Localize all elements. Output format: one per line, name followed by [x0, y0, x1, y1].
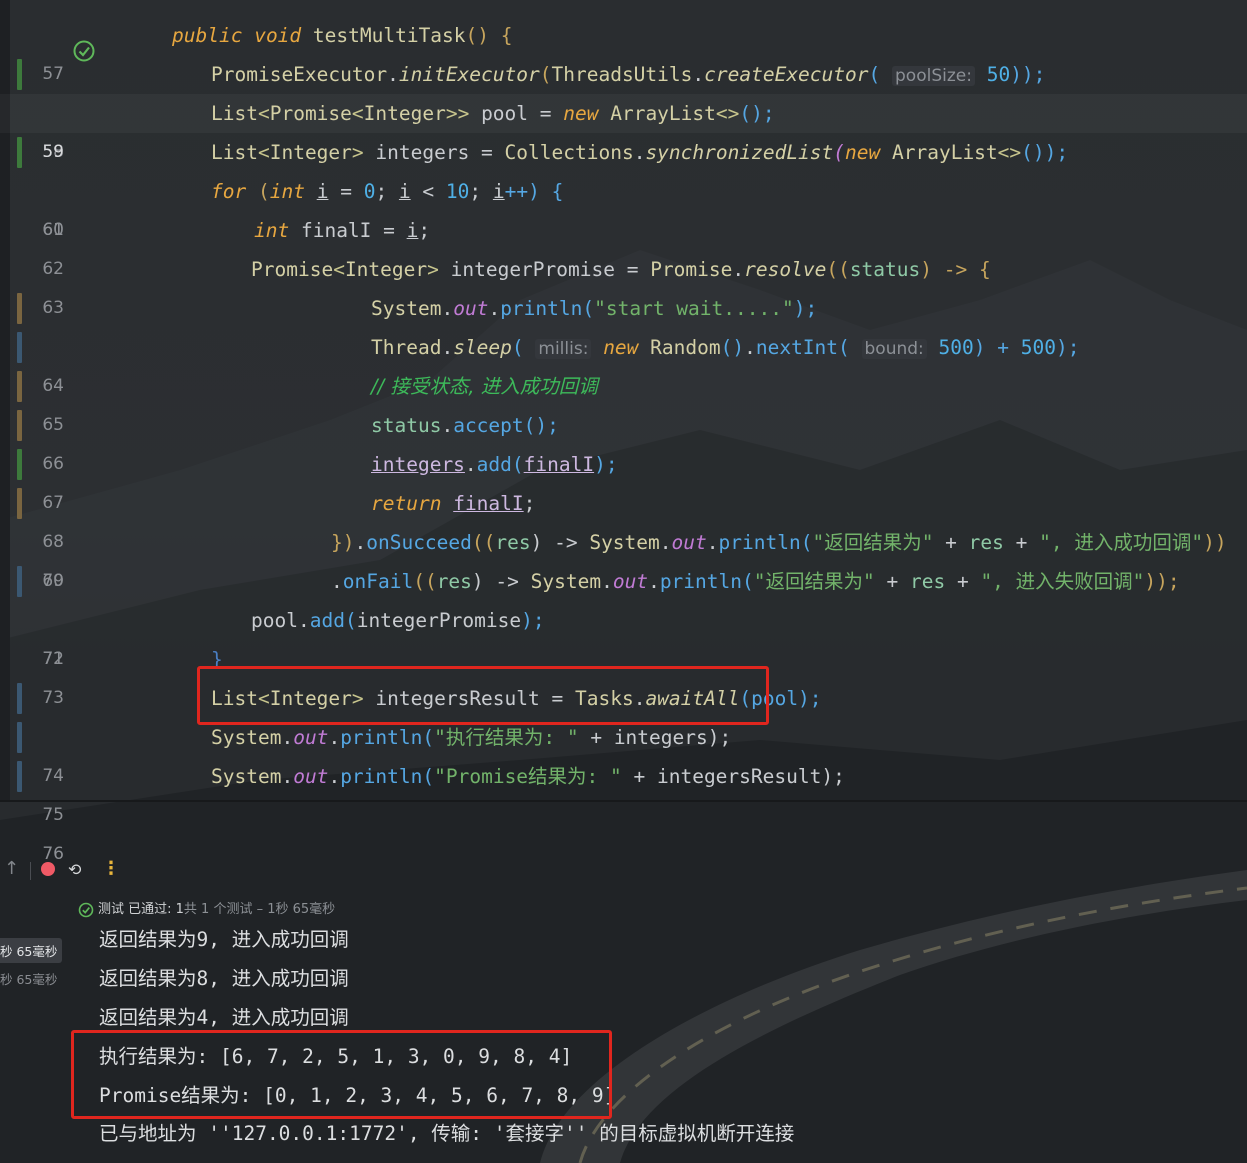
- code-text: int finalI = i;: [254, 219, 431, 242]
- code-line[interactable]: 57 public void testMultiTask() {: [0, 16, 1247, 84]
- code-text: .onFail((res) -> System.out.println("返回结…: [331, 570, 1180, 593]
- code-text: Promise<Integer> integerPromise = Promis…: [251, 258, 991, 281]
- code-text: integers.add(finalI);: [371, 453, 618, 476]
- code-line[interactable]: 70 }).onSucceed((res) -> System.out.prin…: [0, 523, 1247, 591]
- console-line: 返回结果为9, 进入成功回调: [99, 928, 349, 951]
- vcs-change-marker: [17, 722, 22, 753]
- code-line[interactable]: 60 List<Integer> integers = Collections.…: [0, 133, 1247, 240]
- code-text: for (int i = 0; i < 10; i++) {: [211, 180, 564, 203]
- up-arrow-icon[interactable]: ↑: [4, 858, 19, 879]
- toolbar-separator: [30, 862, 31, 880]
- code-line[interactable]: 68 integers.add(finalI);: [0, 445, 1247, 552]
- code-text: System.out.println("start wait.....");: [371, 297, 818, 320]
- rerun-icon[interactable]: ⟲: [68, 860, 81, 879]
- code-line[interactable]: 62 int finalI = i;: [0, 211, 1247, 279]
- param-hint: bound:: [861, 339, 927, 359]
- code-editor[interactable]: 57 public void testMultiTask() { 58 Prom…: [0, 0, 1247, 864]
- vcs-change-marker: [17, 59, 22, 90]
- test-status: 测试 已通过: 1共 1 个测试 – 1秒 65毫秒: [78, 898, 335, 922]
- vcs-change-marker: [17, 371, 22, 402]
- code-text: List<Integer> integers = Collections.syn…: [211, 141, 1069, 164]
- vcs-change-marker: [17, 566, 22, 597]
- vcs-change-marker: [17, 449, 22, 480]
- vcs-change-marker: [17, 488, 22, 519]
- vcs-change-marker: [17, 683, 22, 714]
- status-summary: 共 1 个测试 – 1秒 65毫秒: [183, 902, 336, 917]
- code-line[interactable]: 71 .onFail((res) -> System.out.println("…: [0, 562, 1247, 669]
- code-text: pool.add(integerPromise);: [251, 609, 545, 632]
- vcs-change-marker: [17, 410, 22, 441]
- highlight-box: [197, 666, 769, 725]
- run-toolbar: ↑ ⟲ ⋮: [0, 850, 1247, 890]
- code-line[interactable]: 61 for (int i = 0; i < 10; i++) {: [0, 172, 1247, 240]
- code-text: public void testMultiTask() {: [172, 24, 513, 47]
- code-comment: // 接受状态, 进入成功回调: [371, 375, 598, 398]
- status-passed-label: 测试 已通过: 1: [98, 902, 184, 917]
- param-hint: millis:: [535, 339, 592, 359]
- code-text: Thread.sleep( millis: new Random().nextI…: [371, 336, 1080, 359]
- vcs-change-marker: [17, 332, 22, 363]
- param-hint: poolSize:: [892, 66, 975, 86]
- code-text: return finalI;: [371, 492, 536, 515]
- code-line[interactable]: 67 status.accept();: [0, 406, 1247, 513]
- vcs-change-marker: [17, 761, 22, 792]
- stop-icon[interactable]: [41, 862, 55, 876]
- code-line[interactable]: 76 System.out.println("Promise结果为: " + i…: [0, 757, 1247, 864]
- test-passed-icon: [78, 902, 94, 917]
- code-text: PromiseExecutor.initExecutor(ThreadsUtil…: [211, 63, 1046, 86]
- console-line: 已与地址为 ''127.0.0.1:1772', 传输: '套接字'' 的目标虚…: [99, 1122, 795, 1145]
- code-line[interactable]: 65 Thread.sleep( millis: new Random().ne…: [0, 328, 1247, 435]
- code-text: List<Promise<Integer>> pool = new ArrayL…: [211, 102, 775, 125]
- code-line[interactable]: 72 pool.add(integerPromise);: [0, 601, 1247, 669]
- code-line[interactable]: 63 Promise<Integer> integerPromise = Pro…: [0, 250, 1247, 318]
- console-line: 返回结果为8, 进入成功回调: [99, 967, 349, 990]
- test-tree-item[interactable]: 秒 65毫秒: [0, 966, 62, 991]
- highlight-box: [71, 1030, 612, 1119]
- test-tree-item[interactable]: 秒 65毫秒: [0, 938, 63, 963]
- code-text: System.out.println("Promise结果为: " + inte…: [211, 765, 845, 788]
- code-text: }).onSucceed((res) -> System.out.println…: [331, 531, 1227, 554]
- code-text: status.accept();: [371, 414, 559, 437]
- panel-divider[interactable]: [0, 800, 1247, 802]
- code-line[interactable]: 66 // 接受状态, 进入成功回调: [0, 367, 1247, 474]
- code-line-current[interactable]: 59 List<Promise<Integer>> pool = new Arr…: [0, 94, 1247, 162]
- vcs-change-marker: [17, 293, 22, 324]
- code-line[interactable]: 64 System.out.println("start wait.....")…: [0, 289, 1247, 396]
- code-line[interactable]: 69 return finalI;: [0, 484, 1247, 591]
- more-icon[interactable]: ⋮: [102, 858, 120, 879]
- vcs-change-marker: [17, 137, 22, 168]
- code-line[interactable]: 58 PromiseExecutor.initExecutor(ThreadsU…: [0, 55, 1247, 162]
